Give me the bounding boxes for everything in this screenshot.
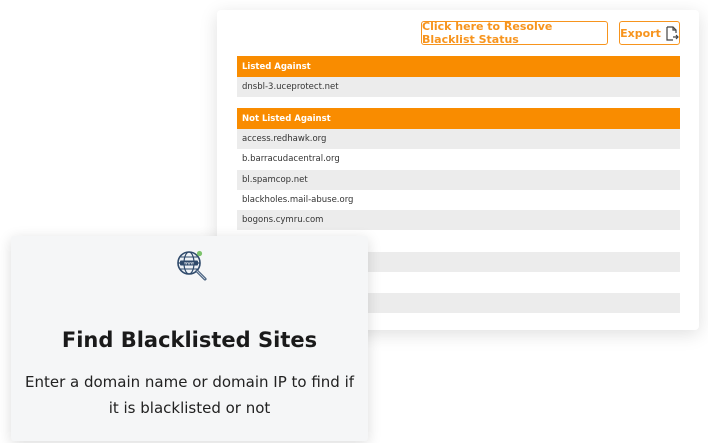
not-listed-against-header: Not Listed Against bbox=[237, 108, 680, 129]
card-title: Find Blacklisted Sites bbox=[61, 328, 318, 352]
find-blacklisted-sites-card: www Find Blacklisted Sites Enter a domai… bbox=[11, 236, 368, 441]
listed-against-header: Listed Against bbox=[237, 56, 680, 77]
not-listed-item: b.barracudacentral.org bbox=[242, 154, 340, 164]
export-button[interactable]: Export bbox=[619, 21, 680, 45]
resolve-blacklist-button[interactable]: Click here to Resolve Blacklist Status bbox=[421, 20, 608, 46]
not-listed-item: access.redhawk.org bbox=[237, 129, 680, 149]
not-listed-item: bl.spamcop.net bbox=[237, 170, 680, 190]
file-export-icon bbox=[666, 25, 679, 41]
web-search-icon: www bbox=[177, 250, 207, 281]
not-listed-item: bogons.cymru.com bbox=[237, 210, 680, 230]
not-listed-item: blackholes.mail-abuse.org bbox=[242, 195, 354, 205]
resolve-blacklist-label: Click here to Resolve Blacklist Status bbox=[422, 20, 553, 46]
export-label: Export bbox=[620, 26, 661, 40]
svg-text:www: www bbox=[184, 261, 195, 266]
listed-item: dnsbl-3.uceprotect.net bbox=[237, 77, 680, 97]
card-description: Enter a domain name or domain IP to find… bbox=[24, 373, 355, 417]
